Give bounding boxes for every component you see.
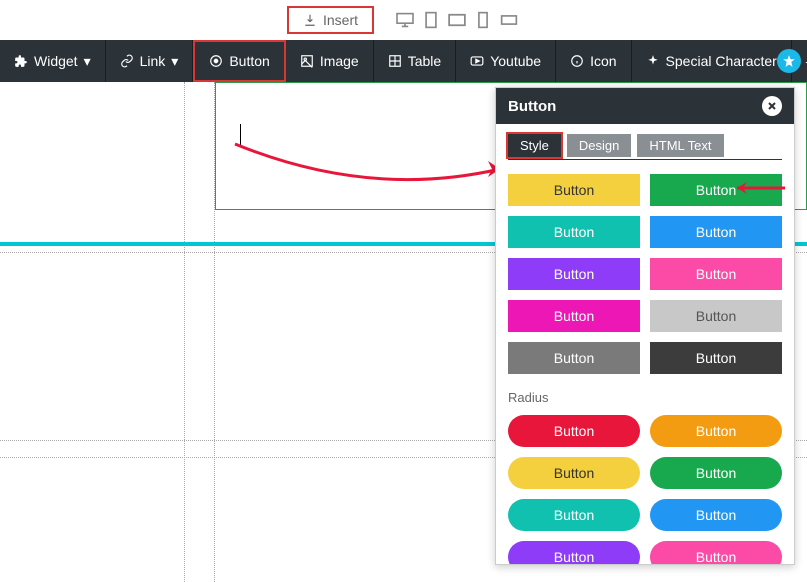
widget-label: Widget xyxy=(34,53,78,69)
image-label: Image xyxy=(320,53,359,69)
icon-label: Icon xyxy=(590,53,616,69)
youtube-icon xyxy=(470,54,484,68)
special-char-button[interactable]: Special Character xyxy=(632,40,792,82)
sample-button[interactable]: Button xyxy=(650,216,782,248)
link-button[interactable]: Link ▾ xyxy=(106,40,194,82)
grid-guide xyxy=(0,82,185,582)
link-icon xyxy=(120,54,134,68)
sample-button-rounded[interactable]: Button xyxy=(650,457,782,489)
desktop-icon[interactable] xyxy=(394,11,416,29)
toolbar-star-button[interactable] xyxy=(777,49,801,73)
sample-button-rounded[interactable]: Button xyxy=(508,541,640,564)
sample-button-rounded[interactable]: Button xyxy=(650,499,782,531)
caret-down-icon: ▾ xyxy=(171,53,178,70)
mobile-landscape-icon[interactable] xyxy=(498,11,520,29)
image-icon xyxy=(300,54,314,68)
radius-buttons-grid: Button Button Button Button Button Button Butt… xyxy=(508,415,782,564)
puzzle-icon xyxy=(14,54,28,68)
table-label: Table xyxy=(408,53,441,69)
insert-button[interactable]: Insert xyxy=(287,6,374,34)
mobile-portrait-icon[interactable] xyxy=(472,11,494,29)
icon-button[interactable]: Icon xyxy=(556,40,631,82)
panel-tabs: Style Design HTML Text xyxy=(508,134,782,160)
button-panel: Button Style Design HTML Text ButtonButt… xyxy=(495,87,795,565)
tab-design[interactable]: Design xyxy=(567,134,631,157)
device-icons xyxy=(394,11,520,29)
sample-button-rounded[interactable]: Button xyxy=(508,457,640,489)
toolbar-button-item[interactable]: Button xyxy=(193,40,285,82)
sample-button[interactable]: Button xyxy=(508,258,640,290)
button-label: Button xyxy=(229,53,269,69)
sample-button[interactable]: Button xyxy=(508,174,640,206)
image-button[interactable]: Image xyxy=(286,40,374,82)
youtube-button[interactable]: Youtube xyxy=(456,40,556,82)
sample-button[interactable]: Button xyxy=(650,258,782,290)
sample-button[interactable]: Button xyxy=(650,342,782,374)
widget-button[interactable]: Widget ▾ xyxy=(0,40,106,82)
link-label: Link xyxy=(140,53,166,69)
radius-label: Radius xyxy=(508,390,782,405)
tablet-portrait-icon[interactable] xyxy=(420,11,442,29)
insert-label: Insert xyxy=(323,12,358,28)
panel-close-button[interactable] xyxy=(762,96,782,116)
sparkle-icon xyxy=(646,54,660,68)
info-icon xyxy=(570,54,584,68)
tab-style[interactable]: Style xyxy=(508,134,561,157)
download-icon xyxy=(303,13,317,27)
special-label: Special Character xyxy=(666,53,777,69)
sample-button[interactable]: Button xyxy=(508,216,640,248)
radio-icon xyxy=(209,54,223,68)
top-bar: Insert xyxy=(0,0,807,40)
sample-button-rounded[interactable]: Button xyxy=(650,541,782,564)
sample-button-rounded[interactable]: Button xyxy=(508,415,640,447)
table-icon xyxy=(388,54,402,68)
caret-down-icon: ▾ xyxy=(84,53,91,70)
sample-button[interactable]: Button xyxy=(508,342,640,374)
tablet-landscape-icon[interactable] xyxy=(446,11,468,29)
panel-header: Button xyxy=(496,88,794,124)
annotation-arrow xyxy=(727,178,787,198)
sample-button[interactable]: Button xyxy=(508,300,640,332)
sample-button[interactable]: Button xyxy=(650,300,782,332)
table-button[interactable]: Table xyxy=(374,40,456,82)
square-buttons-grid: Button Button Button Button Button Button Butt… xyxy=(508,174,782,374)
text-cursor xyxy=(240,124,241,146)
youtube-label: Youtube xyxy=(490,53,541,69)
sample-button-rounded[interactable]: Button xyxy=(508,499,640,531)
panel-title: Button xyxy=(508,98,556,115)
star-icon xyxy=(782,54,796,68)
tab-html[interactable]: HTML Text xyxy=(637,134,723,157)
toolbar: Widget ▾ Link ▾ Button Image Table Youtu… xyxy=(0,40,807,82)
close-icon xyxy=(766,100,778,112)
sample-button-rounded[interactable]: Button xyxy=(650,415,782,447)
